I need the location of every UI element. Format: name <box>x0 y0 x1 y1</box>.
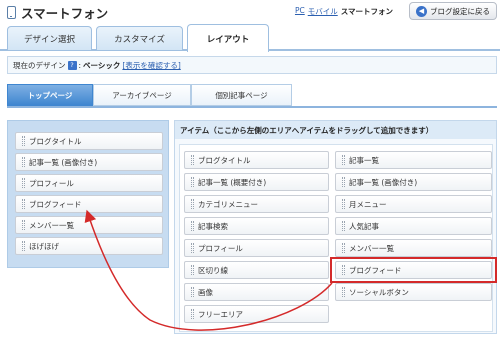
tab-design-select[interactable]: デザイン選択 <box>7 26 92 50</box>
palette-item-label: 区切り線 <box>198 265 228 275</box>
device-link-pc[interactable]: PC <box>295 6 305 17</box>
back-button-label: ブログ設定に戻る <box>430 6 490 16</box>
palette-item[interactable]: 記事一覧 <box>335 151 492 169</box>
palette-item-label: 記事一覧 (画像付き) <box>349 177 418 187</box>
back-to-blog-settings-button[interactable]: ◀ ブログ設定に戻る <box>409 2 497 20</box>
smartphone-icon <box>7 6 16 19</box>
palette-item[interactable]: ブログタイトル <box>184 151 329 169</box>
palette-item[interactable]: メンバー一覧 <box>335 239 492 257</box>
layout-item[interactable]: ブログタイトル <box>15 132 163 150</box>
drag-handle-icon <box>22 241 25 251</box>
drag-handle-icon <box>22 178 25 188</box>
device-current: スマートフォン <box>340 7 393 16</box>
device-switcher: PC モバイル スマートフォン <box>295 6 393 17</box>
drag-handle-icon <box>342 243 345 253</box>
palette-item[interactable]: フリーエリア <box>184 305 329 323</box>
layout-item[interactable]: ほげほげ <box>15 237 163 255</box>
drag-handle-icon <box>191 287 194 297</box>
layout-item[interactable]: プロフィール <box>15 174 163 192</box>
palette-item[interactable]: カテゴリメニュー <box>184 195 329 213</box>
page-title-text: スマートフォン <box>21 6 109 21</box>
drag-handle-icon <box>191 243 194 253</box>
drag-handle-icon <box>342 155 345 165</box>
palette-item-label: ソーシャルボタン <box>349 287 409 297</box>
palette-item-label: フリーエリア <box>198 309 243 319</box>
drag-handle-icon <box>191 155 194 165</box>
drag-handle-icon <box>342 221 345 231</box>
drag-handle-icon <box>191 309 194 319</box>
tab-customize[interactable]: カスタマイズ <box>96 26 183 50</box>
palette-item-label: 記事検索 <box>198 221 228 231</box>
drag-handle-icon <box>342 287 345 297</box>
main-tabs: デザイン選択 カスタマイズ レイアウト <box>0 24 500 52</box>
palette-item-label: 月メニュー <box>349 199 387 209</box>
subtab-archive-page[interactable]: アーカイブページ <box>93 84 191 106</box>
tab-layout[interactable]: レイアウト <box>187 24 269 52</box>
drag-handle-icon <box>22 199 25 209</box>
palette-item-label: 記事一覧 <box>349 155 379 165</box>
drag-handle-icon <box>22 220 25 230</box>
palette-item[interactable]: 画像 <box>184 283 329 301</box>
drag-handle-icon <box>22 157 25 167</box>
drag-handle-icon <box>342 177 345 187</box>
layout-item[interactable]: 記事一覧 (画像付き) <box>15 153 163 171</box>
drag-handle-icon <box>191 221 194 231</box>
subtab-top-page[interactable]: トップページ <box>7 84 93 106</box>
palette-item[interactable]: 記事検索 <box>184 217 329 235</box>
layout-area: ブログタイトル 記事一覧 (画像付き) プロフィール ブログフィード メンバー一… <box>7 120 169 268</box>
palette-item-label: プロフィール <box>198 243 243 253</box>
layout-item-label: メンバー一覧 <box>29 220 74 230</box>
palette-item-label: 人気記事 <box>349 221 379 231</box>
layout-item-label: ほげほげ <box>29 241 59 251</box>
layout-item-label: ブログフィード <box>29 199 82 209</box>
layout-item[interactable]: ブログフィード <box>15 195 163 213</box>
page-type-tabs: トップページ アーカイブページ 個別記事ページ <box>7 84 497 108</box>
palette-item-label: 記事一覧 (概要付き) <box>198 177 267 187</box>
drag-source-highlight <box>330 257 497 283</box>
palette-item[interactable]: 月メニュー <box>335 195 492 213</box>
confirm-display-link[interactable]: [表示を確認する] <box>122 60 180 71</box>
help-icon[interactable]: ? <box>67 60 77 70</box>
current-design-bar: 現在のデザイン ? : ベーシック [表示を確認する] <box>7 56 497 74</box>
items-palette-header: アイテム（ここから左側のエリアへアイテムをドラッグして追加できます） <box>175 121 496 139</box>
current-design-label: 現在のデザイン <box>13 60 66 70</box>
page-title: スマートフォン <box>7 3 108 22</box>
current-design-separator: : <box>78 60 82 70</box>
palette-item-label: 画像 <box>198 287 213 297</box>
palette-item-label: カテゴリメニュー <box>198 199 258 209</box>
device-link-mobile[interactable]: モバイル <box>308 6 338 17</box>
palette-item-label: ブログタイトル <box>198 155 251 165</box>
header: スマートフォン PC モバイル スマートフォン ◀ ブログ設定に戻る <box>0 0 500 22</box>
drag-handle-icon <box>191 177 194 187</box>
palette-item[interactable]: 人気記事 <box>335 217 492 235</box>
layout-item-label: ブログタイトル <box>29 136 82 146</box>
drag-handle-icon <box>22 136 25 146</box>
layout-item-label: プロフィール <box>29 178 74 188</box>
palette-item[interactable]: プロフィール <box>184 239 329 257</box>
palette-item[interactable]: ソーシャルボタン <box>335 283 492 301</box>
layout-item-label: 記事一覧 (画像付き) <box>29 157 98 167</box>
back-arrow-icon: ◀ <box>416 5 427 17</box>
current-design-name: ベーシック <box>83 60 121 70</box>
drag-handle-icon <box>191 265 194 275</box>
palette-item-label: メンバー一覧 <box>349 243 394 253</box>
palette-item[interactable]: 記事一覧 (概要付き) <box>184 173 329 191</box>
layout-item[interactable]: メンバー一覧 <box>15 216 163 234</box>
palette-item[interactable]: 区切り線 <box>184 261 329 279</box>
subtab-article-page[interactable]: 個別記事ページ <box>191 84 292 106</box>
palette-item[interactable]: 記事一覧 (画像付き) <box>335 173 492 191</box>
drag-handle-icon <box>191 199 194 209</box>
drag-handle-icon <box>342 199 345 209</box>
